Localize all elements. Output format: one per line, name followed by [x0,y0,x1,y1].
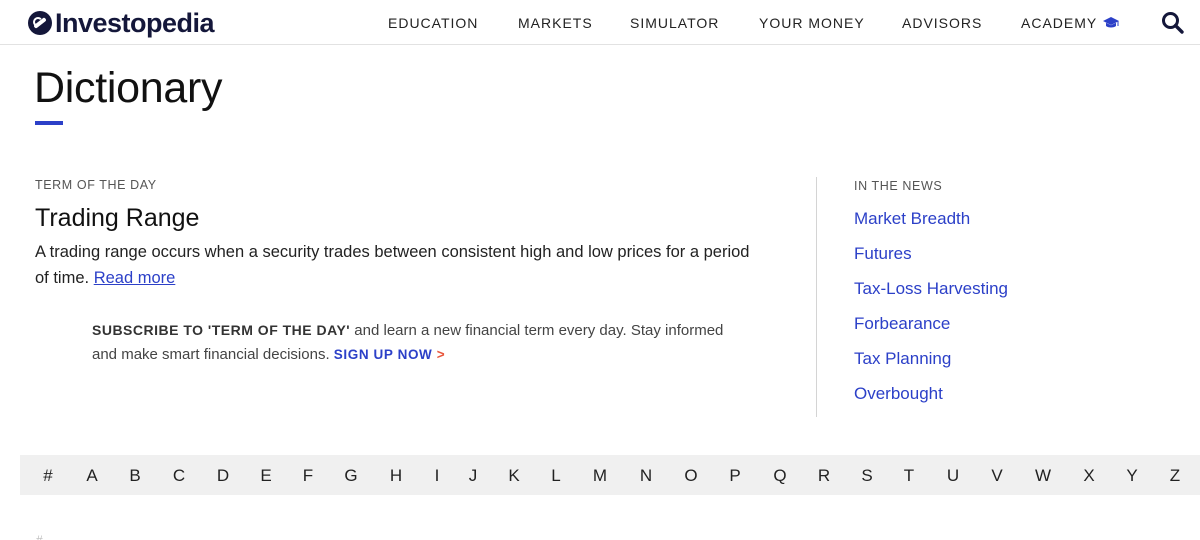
alphabet-nav: # A B C D E F G H I J K L M N O P Q R S … [20,455,1200,495]
nav-your-money-label: YOUR MONEY [759,14,865,31]
alpha-link-l[interactable]: L [544,455,568,495]
logo-text: Investopedia [55,8,215,38]
alpha-link-p[interactable]: P [723,455,747,495]
alpha-link-v[interactable]: V [985,455,1009,495]
term-of-day-description: A trading range occurs when a security t… [35,239,755,291]
alpha-link-c[interactable]: C [167,455,191,495]
news-link-market-breadth[interactable]: Market Breadth [854,209,970,228]
alpha-link-r[interactable]: R [812,455,836,495]
title-underline [35,121,63,125]
alpha-link-b[interactable]: B [123,455,147,495]
nav-academy[interactable]: ACADEMY [1021,0,1120,45]
news-link-forbearance[interactable]: Forbearance [854,314,950,333]
news-item: Tax-Loss Harvesting [854,276,1008,311]
alpha-link-d[interactable]: D [211,455,235,495]
logo-mark-icon [28,11,52,35]
alpha-link-j[interactable]: J [461,455,485,495]
alpha-link-hash[interactable]: # [36,455,60,495]
alpha-link-e[interactable]: E [254,455,278,495]
alpha-link-f[interactable]: F [296,455,320,495]
in-the-news-label: IN THE NEWS [854,179,943,193]
column-divider [816,177,817,417]
alpha-link-m[interactable]: M [588,455,612,495]
alpha-link-o[interactable]: O [679,455,703,495]
news-item: Futures [854,241,1008,276]
graduation-cap-icon [1102,16,1120,30]
news-link-tax-loss-harvesting[interactable]: Tax-Loss Harvesting [854,279,1008,298]
page-title: Dictionary [34,64,223,112]
alpha-link-g[interactable]: G [339,455,363,495]
site-logo[interactable]: Investopedia [28,8,215,38]
alpha-link-q[interactable]: Q [768,455,792,495]
sign-up-link[interactable]: SIGN UP NOW > [334,347,445,362]
search-icon [1162,12,1184,34]
alpha-link-u[interactable]: U [941,455,965,495]
alpha-link-x[interactable]: X [1077,455,1101,495]
alpha-link-a[interactable]: A [80,455,104,495]
nav-simulator-label: SIMULATOR [630,14,720,31]
news-item: Overbought [854,381,1008,416]
alpha-link-w[interactable]: W [1031,455,1055,495]
alpha-link-h[interactable]: H [384,455,408,495]
term-of-day-title[interactable]: Trading Range [35,202,199,234]
search-button[interactable] [1160,10,1186,36]
subscribe-promo: SUBSCRIBE TO 'TERM OF THE DAY' and learn… [92,318,752,367]
nav-advisors[interactable]: ADVISORS [902,0,982,45]
news-link-overbought[interactable]: Overbought [854,384,943,403]
nav-advisors-label: ADVISORS [902,14,983,31]
nav-your-money[interactable]: YOUR MONEY [759,0,865,45]
news-item: Forbearance [854,311,1008,346]
nav-education[interactable]: EDUCATION [388,0,478,45]
alpha-link-s[interactable]: S [855,455,879,495]
site-header: Investopedia EDUCATION MARKETS SIMULATOR… [0,0,1200,45]
alpha-link-y[interactable]: Y [1120,455,1144,495]
section-hash-heading: # [36,533,43,540]
sign-up-label: SIGN UP NOW [333,347,433,362]
news-item: Market Breadth [854,206,1008,241]
news-item: Tax Planning [854,346,1008,381]
subscribe-heading: SUBSCRIBE TO 'TERM OF THE DAY' [92,322,351,338]
in-the-news-list: Market Breadth Futures Tax-Loss Harvesti… [854,206,1008,416]
news-link-futures[interactable]: Futures [854,244,912,263]
alpha-link-i[interactable]: I [425,455,449,495]
nav-simulator[interactable]: SIMULATOR [630,0,719,45]
read-more-link[interactable]: Read more [94,269,176,287]
alpha-link-z[interactable]: Z [1163,455,1187,495]
alpha-link-n[interactable]: N [634,455,658,495]
nav-markets[interactable]: MARKETS [518,0,593,45]
term-of-day-label: TERM OF THE DAY [35,178,157,192]
chevron-right-icon: > [436,347,446,362]
nav-markets-label: MARKETS [518,14,593,31]
nav-education-label: EDUCATION [388,14,479,31]
alpha-link-t[interactable]: T [897,455,921,495]
nav-academy-label: ACADEMY [1021,14,1098,31]
news-link-tax-planning[interactable]: Tax Planning [854,349,951,368]
alpha-link-k[interactable]: K [502,455,526,495]
